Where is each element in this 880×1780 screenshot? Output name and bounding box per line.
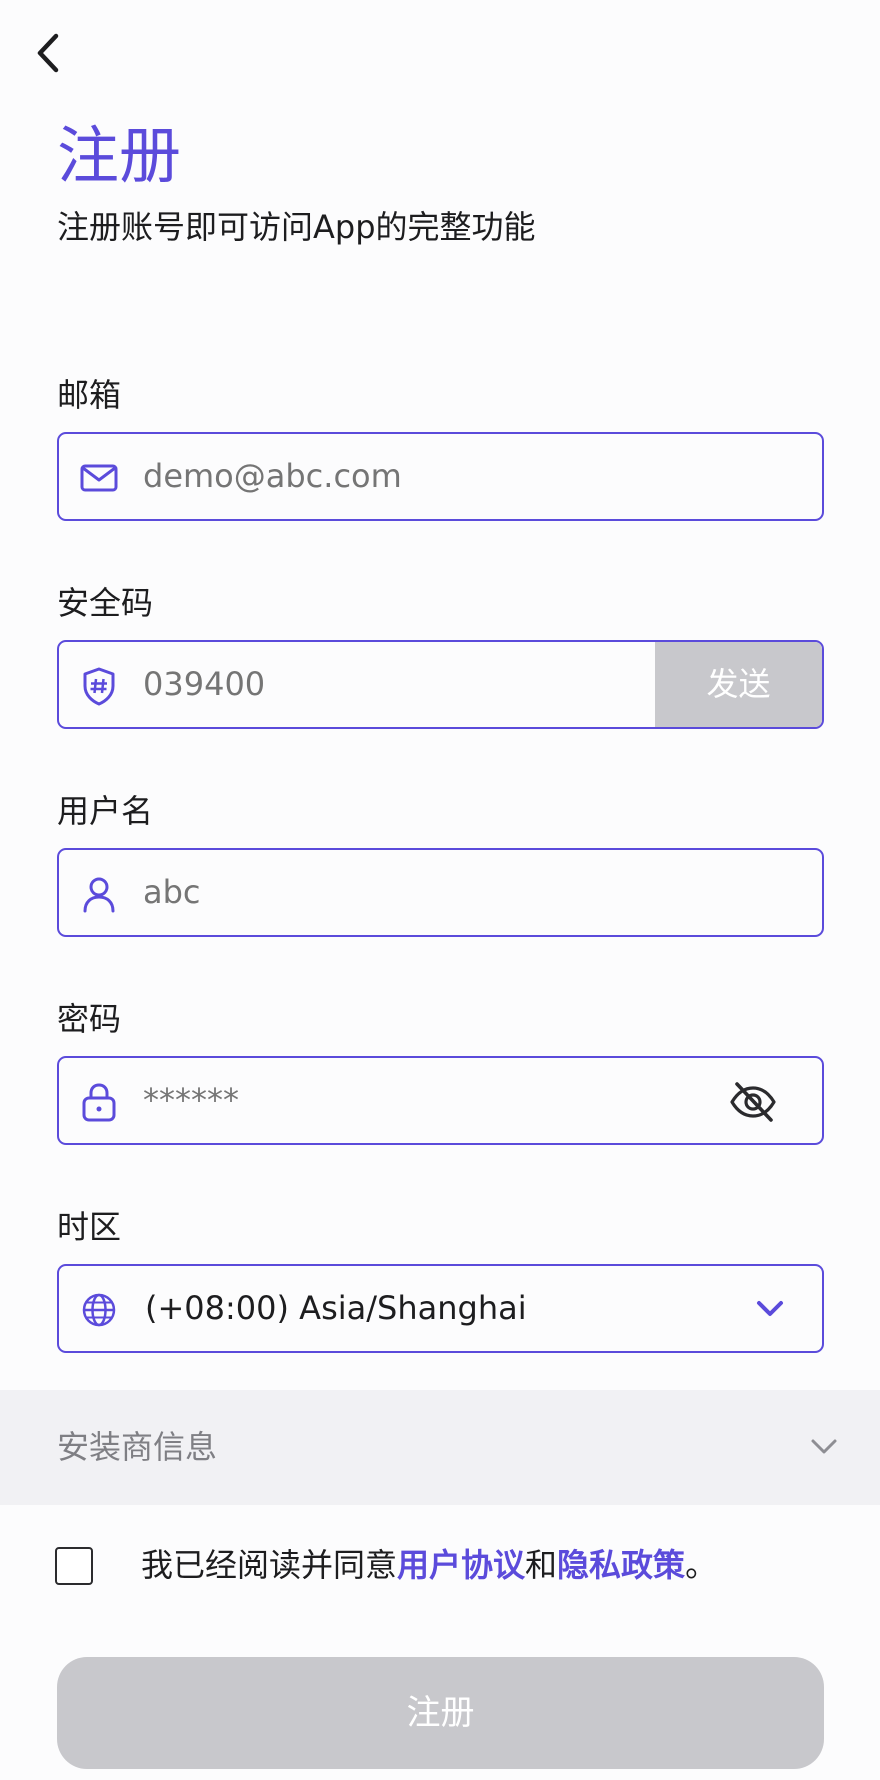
shield-hash-icon bbox=[83, 667, 115, 706]
timezone-label: 时区 bbox=[57, 1208, 122, 1246]
username-label: 用户名 bbox=[57, 792, 154, 830]
mail-icon bbox=[80, 464, 118, 492]
username-field[interactable] bbox=[57, 848, 824, 937]
user-icon bbox=[83, 877, 115, 913]
page-title: 注册 bbox=[57, 119, 182, 192]
chevron-left-icon bbox=[37, 33, 59, 73]
agreement-row: 我已经阅读并同意用户协议和隐私政策。 bbox=[55, 1545, 875, 1597]
register-button[interactable]: 注册 bbox=[57, 1657, 824, 1769]
email-input[interactable] bbox=[143, 434, 643, 519]
agreement-suffix: 。 bbox=[685, 1546, 718, 1584]
privacy-link[interactable]: 隐私政策 bbox=[557, 1546, 685, 1584]
agreement-and: 和 bbox=[525, 1546, 558, 1584]
username-input[interactable] bbox=[143, 850, 643, 935]
back-button[interactable] bbox=[28, 28, 72, 78]
eye-off-icon[interactable] bbox=[729, 1080, 777, 1124]
email-field[interactable] bbox=[57, 432, 824, 521]
terms-link[interactable]: 用户协议 bbox=[397, 1546, 525, 1584]
page-subtitle: 注册账号即可访问App的完整功能 bbox=[57, 208, 536, 246]
security-code-field[interactable]: 发送 bbox=[57, 640, 824, 729]
lock-icon bbox=[82, 1083, 116, 1122]
email-label: 邮箱 bbox=[57, 376, 122, 414]
globe-icon bbox=[82, 1293, 116, 1327]
agreement-prefix: 我已经阅读并同意 bbox=[141, 1546, 398, 1584]
chevron-down-icon bbox=[757, 1301, 783, 1316]
installer-info-toggle[interactable]: 安装商信息 bbox=[0, 1390, 880, 1505]
timezone-select[interactable]: (+08:00) Asia/Shanghai bbox=[57, 1264, 824, 1353]
agreement-text: 我已经阅读并同意用户协议和隐私政策。 bbox=[141, 1545, 717, 1585]
chevron-down-icon bbox=[811, 1439, 837, 1454]
password-field[interactable] bbox=[57, 1056, 824, 1145]
send-code-button[interactable]: 发送 bbox=[655, 642, 822, 727]
agreement-checkbox[interactable] bbox=[55, 1547, 93, 1585]
installer-info-label: 安装商信息 bbox=[57, 1428, 218, 1466]
security-code-label: 安全码 bbox=[57, 584, 154, 622]
password-label: 密码 bbox=[57, 1000, 122, 1038]
password-input[interactable] bbox=[143, 1058, 663, 1143]
security-code-input[interactable] bbox=[143, 642, 543, 727]
timezone-value: (+08:00) Asia/Shanghai bbox=[145, 1289, 527, 1327]
